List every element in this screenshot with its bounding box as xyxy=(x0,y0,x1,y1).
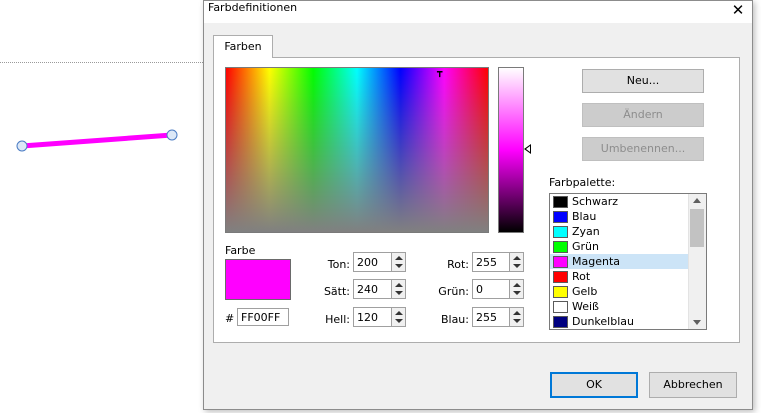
palette-item-label: Zyan xyxy=(572,225,600,238)
spin-up-icon[interactable] xyxy=(395,256,403,260)
lightness-label: Hell: xyxy=(325,313,350,326)
spin-down-icon[interactable] xyxy=(395,319,403,323)
palette-swatch xyxy=(553,256,568,268)
palette-item[interactable]: Weiß xyxy=(550,299,688,314)
tab-farben[interactable]: Farben xyxy=(213,35,273,58)
palette-item[interactable]: Blau xyxy=(550,209,688,224)
color-spectrum-picker[interactable] xyxy=(225,67,489,233)
dialog-titlebar: Farbdefinitionen ✕ xyxy=(204,1,752,23)
green-input[interactable]: 0 xyxy=(472,279,512,299)
spin-down-icon[interactable] xyxy=(513,264,521,268)
blue-label: Blau: xyxy=(440,313,469,326)
palette-swatch xyxy=(553,316,568,328)
rename-color-button[interactable]: Umbenennen... xyxy=(582,137,704,161)
palette-item-label: Magenta xyxy=(572,255,621,268)
palette-item[interactable]: Magenta xyxy=(550,254,688,269)
saturation-spinner[interactable] xyxy=(391,279,406,299)
palette-swatch xyxy=(553,271,568,283)
close-icon[interactable]: ✕ xyxy=(728,0,748,20)
cancel-button[interactable]: Abbrechen xyxy=(649,372,737,398)
palette-item-label: Gelb xyxy=(572,285,598,298)
palette-item-label: Blau xyxy=(572,210,597,223)
line-start-handle[interactable] xyxy=(16,140,28,152)
luminance-slider[interactable] xyxy=(498,67,524,233)
red-input[interactable]: 255 xyxy=(472,252,512,272)
palette-item[interactable]: Gelb xyxy=(550,284,688,299)
palette-item[interactable]: Dunkelblau xyxy=(550,314,688,329)
palette-item-label: Weiß xyxy=(572,300,599,313)
dialog-title: Farbdefinitionen xyxy=(208,1,298,14)
hue-label: Ton: xyxy=(327,258,350,271)
spin-up-icon[interactable] xyxy=(395,311,403,315)
color-palette-list[interactable]: Schwarz Blau Zyan Grün Magenta Rot Gelb Weiß Dun… xyxy=(549,193,707,330)
scrollbar-thumb[interactable] xyxy=(690,209,704,247)
palette-swatch xyxy=(553,226,568,238)
green-label: Grün: xyxy=(438,285,469,298)
spin-down-icon[interactable] xyxy=(513,319,521,323)
color-definition-dialog: Farbdefinitionen ✕ Farben ┳ Farbe # FF00… xyxy=(203,0,753,410)
color-preview-label: Farbe xyxy=(225,244,256,257)
scroll-down-icon[interactable] xyxy=(693,320,701,325)
ok-button[interactable]: OK xyxy=(550,372,638,398)
palette-label: Farbpalette: xyxy=(549,176,616,189)
blue-input[interactable]: 255 xyxy=(472,307,512,327)
palette-item-label: Dunkelblau xyxy=(572,315,634,328)
palette-swatch xyxy=(553,211,568,223)
spin-up-icon[interactable] xyxy=(513,256,521,260)
spectrum-crosshair-icon[interactable]: ┳ xyxy=(437,69,442,78)
scroll-up-icon[interactable] xyxy=(693,198,701,203)
new-color-button[interactable]: Neu... xyxy=(582,69,704,93)
hue-spinner[interactable] xyxy=(391,252,406,272)
lightness-spinner[interactable] xyxy=(391,307,406,327)
lightness-input[interactable]: 120 xyxy=(353,307,393,327)
palette-swatch xyxy=(553,241,568,253)
spin-down-icon[interactable] xyxy=(513,291,521,295)
spin-up-icon[interactable] xyxy=(513,283,521,287)
palette-swatch xyxy=(553,196,568,208)
red-spinner[interactable] xyxy=(509,252,524,272)
palette-scrollbar[interactable] xyxy=(688,194,706,329)
palette-item[interactable]: Zyan xyxy=(550,224,688,239)
page-margin-line xyxy=(0,62,205,63)
luminance-slider-arrow-icon[interactable] xyxy=(524,144,531,154)
palette-item[interactable]: Grün xyxy=(550,239,688,254)
palette-swatch xyxy=(553,286,568,298)
color-preview-swatch xyxy=(225,259,291,300)
spin-down-icon[interactable] xyxy=(395,291,403,295)
saturation-label: Sätt: xyxy=(323,285,350,298)
palette-item-label: Grün xyxy=(572,240,599,253)
line-end-handle[interactable] xyxy=(166,129,178,141)
selected-line-shape[interactable] xyxy=(10,124,190,158)
palette-item-label: Schwarz xyxy=(572,195,619,208)
spin-down-icon[interactable] xyxy=(395,264,403,268)
palette-item[interactable]: Rot xyxy=(550,269,688,284)
palette-item-label: Rot xyxy=(572,270,591,283)
green-spinner[interactable] xyxy=(509,279,524,299)
palette-item[interactable]: Schwarz xyxy=(550,194,688,209)
saturation-input[interactable]: 240 xyxy=(353,279,393,299)
hex-input[interactable]: FF00FF xyxy=(237,308,289,326)
hue-input[interactable]: 200 xyxy=(353,252,393,272)
red-label: Rot: xyxy=(447,258,469,271)
change-color-button[interactable]: Ändern xyxy=(582,103,704,127)
palette-swatch xyxy=(553,301,568,313)
blue-spinner[interactable] xyxy=(509,307,524,327)
spin-up-icon[interactable] xyxy=(395,283,403,287)
spin-up-icon[interactable] xyxy=(513,311,521,315)
hex-prefix: # xyxy=(225,312,235,325)
